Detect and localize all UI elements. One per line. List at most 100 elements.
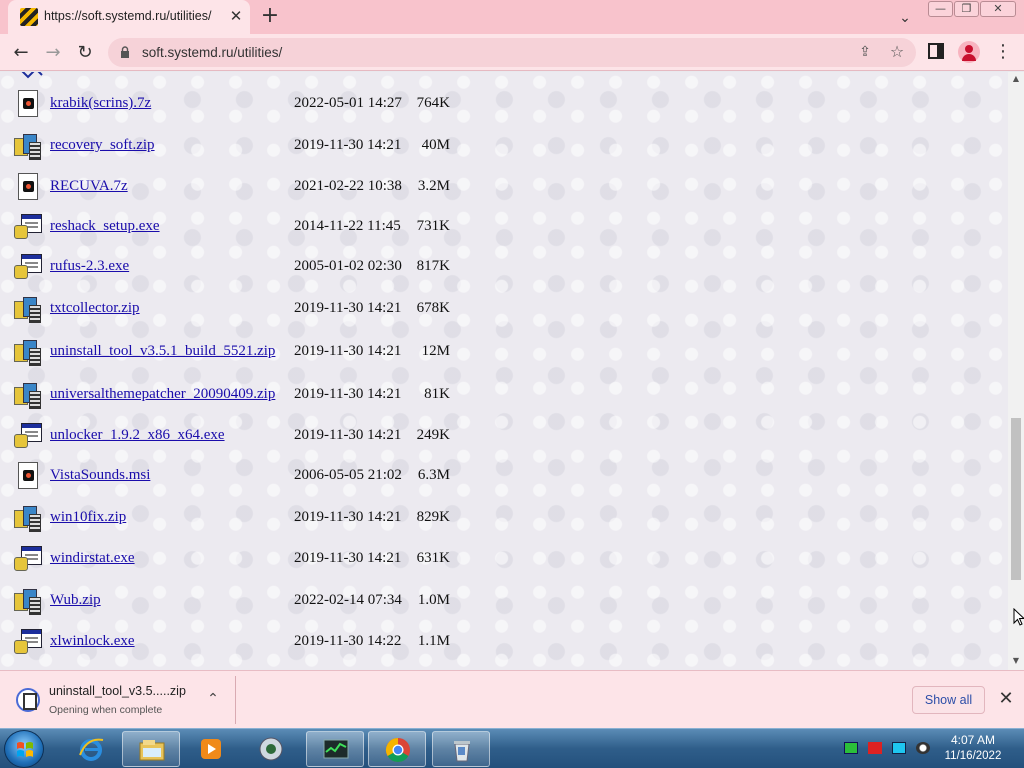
file-size: 731K [416, 218, 450, 234]
tab-strip: https://soft.systemd.ru/utilities/ ✕ + ⌄… [0, 0, 1024, 34]
scroll-down-arrow-icon[interactable]: ▼ [1008, 654, 1024, 668]
file-size: 678K [416, 300, 450, 316]
file-link[interactable]: krabik(scrins).7z [50, 95, 151, 112]
minimize-button[interactable]: — [928, 1, 953, 17]
file-row: RECUVA.7z 2021-02-22 10:38 3.2M [0, 169, 1000, 205]
url-text[interactable]: soft.systemd.ru/utilities/ [142, 45, 282, 60]
file-explorer-icon [139, 740, 165, 761]
file-size: 764K [416, 95, 450, 111]
internet-explorer-button[interactable] [62, 731, 120, 767]
file-row: uninstall_tool_v3.5.1_build_5521.zip 2019… [0, 334, 1000, 370]
file-size: 12M [421, 343, 450, 359]
tab-search-button[interactable]: ⌄ [894, 7, 916, 29]
share-icon[interactable]: ⇪ [856, 43, 874, 61]
archive-icon[interactable] [13, 336, 43, 368]
profile-avatar-icon[interactable] [958, 41, 980, 63]
task-manager-button[interactable] [306, 731, 364, 767]
tray-network-icon[interactable] [844, 742, 858, 754]
close-window-button[interactable]: ✕ [980, 1, 1016, 17]
scroll-up-arrow-icon[interactable]: ▲ [1008, 72, 1024, 86]
task-manager-icon [323, 739, 349, 759]
address-bar[interactable]: soft.systemd.ru/utilities/ ⇪ ☆ [108, 38, 916, 67]
file-row: unlocker_1.9.2_x86_x64.exe 2019-11-30 14:… [0, 418, 1000, 454]
forward-button[interactable]: → [40, 40, 66, 66]
chrome-button[interactable] [368, 731, 426, 767]
file-date: 2019-11-30 14:21 [294, 137, 402, 153]
show-all-button[interactable]: Show all [912, 686, 985, 714]
archive-icon[interactable] [13, 379, 43, 411]
file-explorer-button[interactable] [122, 731, 180, 767]
clock-time[interactable]: 4:07 AM [944, 733, 1002, 747]
file-link[interactable]: VistaSounds.msi [50, 467, 150, 484]
file-date: 2019-11-30 14:21 [294, 300, 402, 316]
tray-display-icon[interactable] [892, 742, 906, 754]
file-link[interactable]: Wub.zip [50, 592, 101, 609]
file-date: 2022-02-14 07:34 [294, 592, 402, 608]
generic-file-icon[interactable] [13, 88, 43, 120]
tray-flag-icon[interactable] [868, 742, 882, 754]
executable-icon[interactable] [13, 211, 43, 243]
file-link[interactable]: recovery_soft.zip [50, 137, 155, 154]
start-button[interactable] [4, 730, 44, 768]
tab-close-icon[interactable]: ✕ [226, 6, 246, 26]
archive-icon[interactable] [13, 585, 43, 617]
file-size: 631K [416, 550, 450, 566]
lock-icon [121, 46, 129, 58]
back-button[interactable]: ← [8, 40, 34, 66]
scroll-thumb[interactable] [1011, 418, 1021, 580]
file-row: txtcollector.zip 2019-11-30 14:21 678K [0, 291, 1000, 327]
close-shelf-icon[interactable]: ✕ [996, 689, 1016, 709]
file-size: 1.1M [417, 633, 450, 649]
chrome-icon [385, 738, 410, 763]
recycle-bin-button[interactable] [432, 731, 490, 767]
tray-volume-icon[interactable] [916, 742, 930, 754]
file-row: universalthemepatcher_20090409.zip 2019-1… [0, 377, 1000, 413]
file-link[interactable]: xlwinlock.exe [50, 633, 135, 650]
media-player-button[interactable] [182, 731, 240, 767]
browser-menu-icon[interactable]: ⋮ [994, 42, 1012, 62]
executable-icon[interactable] [13, 251, 43, 283]
new-tab-button[interactable]: + [258, 5, 282, 29]
file-date: 2019-11-30 14:21 [294, 343, 402, 359]
file-date: 2019-11-30 14:21 [294, 550, 402, 566]
file-link[interactable]: reshack_setup.exe [50, 218, 160, 235]
browser-tab[interactable]: https://soft.systemd.ru/utilities/ ✕ [8, 0, 250, 34]
file-link[interactable]: rufus-2.3.exe [50, 258, 129, 275]
file-row: recovery_soft.zip 2019-11-30 14:21 40M [0, 128, 1000, 164]
file-date: 2019-11-30 14:22 [294, 633, 402, 649]
file-link[interactable]: windirstat.exe [50, 550, 135, 567]
executable-icon[interactable] [13, 543, 43, 575]
download-item[interactable]: uninstall_tool_v3.5.....zip Opening when… [8, 676, 236, 724]
windows-logo-icon [17, 742, 33, 757]
download-shelf: uninstall_tool_v3.5.....zip Opening when… [0, 670, 1024, 728]
file-link[interactable]: win10fix.zip [50, 509, 126, 526]
windows-taskbar: 4:07 AM 11/16/2022 [0, 728, 1024, 768]
file-link[interactable]: txtcollector.zip [50, 300, 140, 317]
vertical-scrollbar[interactable]: ▲ ▼ [1008, 72, 1024, 670]
file-size: 40M [421, 137, 450, 153]
restore-button[interactable]: ❐ [954, 1, 979, 17]
reload-button[interactable]: ↻ [72, 40, 98, 66]
executable-icon[interactable] [13, 420, 43, 452]
clock-date[interactable]: 11/16/2022 [940, 750, 1006, 762]
file-link[interactable]: RECUVA.7z [50, 178, 128, 195]
generic-file-icon[interactable] [13, 460, 43, 492]
archive-icon[interactable] [13, 130, 43, 162]
file-size: 829K [416, 509, 450, 525]
side-panel-icon[interactable] [928, 43, 944, 59]
download-filename: uninstall_tool_v3.5.....zip [49, 684, 186, 698]
mouse-cursor-icon [1013, 608, 1024, 626]
file-date: 2021-02-22 10:38 [294, 178, 402, 194]
bookmark-star-icon[interactable]: ☆ [888, 43, 906, 61]
file-link[interactable]: universalthemepatcher_20090409.zip [50, 386, 275, 403]
media-center-button[interactable] [242, 731, 300, 767]
archive-icon[interactable] [13, 293, 43, 325]
file-date: 2022-05-01 14:27 [294, 95, 402, 111]
file-link[interactable]: unlocker_1.9.2_x86_x64.exe [50, 427, 225, 444]
download-status: Opening when complete [49, 704, 163, 716]
generic-file-icon[interactable] [13, 171, 43, 203]
executable-icon[interactable] [13, 626, 43, 658]
file-link[interactable]: uninstall_tool_v3.5.1_build_5521.zip [50, 343, 275, 360]
archive-icon[interactable] [13, 502, 43, 534]
download-options-chevron-icon[interactable]: ⌃ [204, 690, 222, 708]
